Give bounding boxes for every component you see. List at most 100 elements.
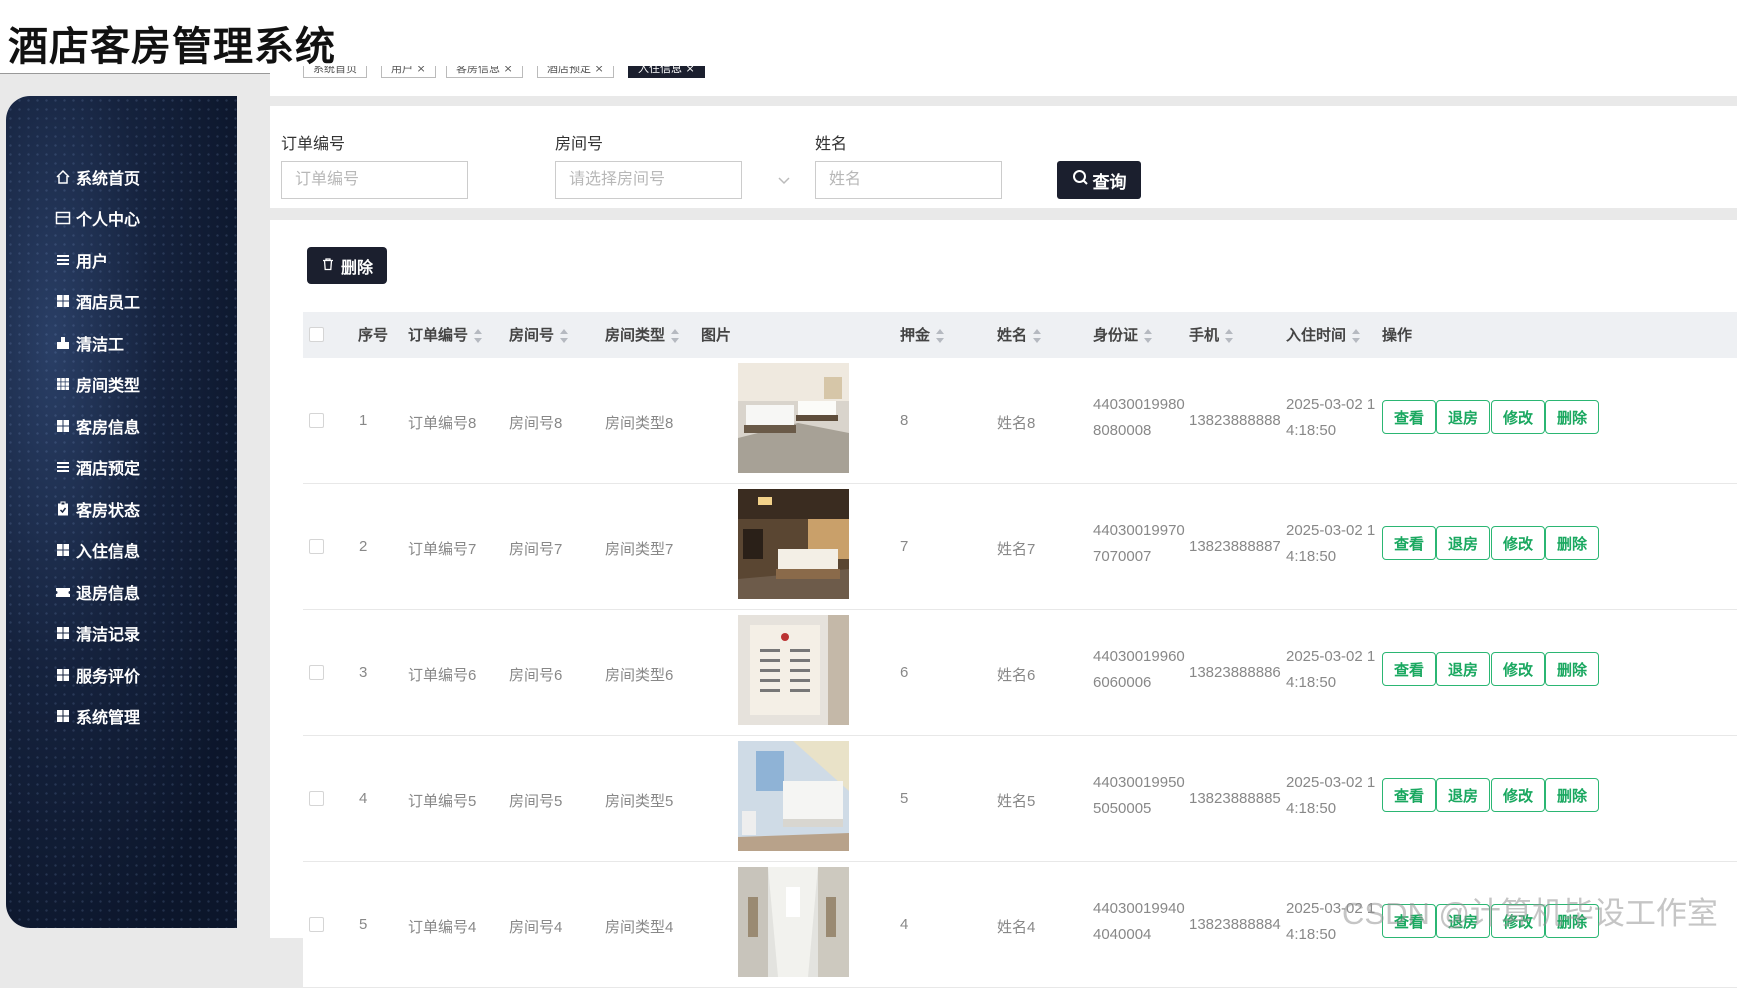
sidebar-item-cleaning-records[interactable]: 清洁记录 [54,613,140,655]
cell-phone: 13823888885 [1189,790,1281,807]
cell-deposit: 8 [900,412,909,429]
cell-room: 房间号4 [509,919,563,936]
tab-room-info[interactable]: 客房信息 × [446,66,523,78]
checkout-button[interactable]: 退房 [1436,778,1490,812]
header-deposit[interactable]: 押金 [900,312,945,358]
cell-room: 房间号5 [509,793,563,810]
view-button[interactable]: 查看 [1382,652,1436,686]
app-title: 酒店客房管理系统 [8,24,336,70]
sidebar-item-room-type[interactable]: 房间类型 [54,364,140,406]
room-photo [738,741,849,851]
sidebar-item-system[interactable]: 系统管理 [54,696,140,738]
cell-deposit: 6 [900,664,909,681]
delete-button[interactable]: 删除 [1545,526,1599,560]
cell-name: 姓名6 [997,667,1036,684]
header-type[interactable]: 房间类型 [605,312,680,358]
row-checkbox[interactable] [309,539,324,554]
cell-room: 房间号6 [509,667,563,684]
row-checkbox[interactable] [309,791,324,806]
delete-button[interactable]: 删除 [1545,400,1599,434]
sort-icon[interactable] [1352,328,1361,344]
sidebar-item-cleaner[interactable]: 清洁工 [54,322,140,364]
name-search-input[interactable]: 姓名 [815,161,1002,199]
batch-delete-button[interactable]: 删除 [307,247,387,284]
tab-users[interactable]: 用户 × [381,66,436,78]
checkout-button[interactable]: 退房 [1436,652,1490,686]
edit-button[interactable]: 修改 [1491,778,1545,812]
order-search-input[interactable]: 订单编号 [281,161,468,199]
view-button[interactable]: 查看 [1382,778,1436,812]
sidebar-item-profile[interactable]: 个人中心 [54,198,140,240]
grid-icon [54,708,72,724]
cell-idcard: 44030019970 7070007 [1093,522,1185,565]
tab-booking[interactable]: 酒店预定 × [537,66,614,78]
room-select[interactable]: 请选择房间号 [555,161,742,199]
header-image: 图片 [701,326,732,344]
tab-home[interactable]: 系统首页 [303,66,367,78]
select-all-checkbox[interactable] [309,327,324,342]
delete-button[interactable]: 删除 [1545,652,1599,686]
row-checkbox[interactable] [309,665,324,680]
checkout-button[interactable]: 退房 [1436,400,1490,434]
chevron-down-icon[interactable] [777,172,791,186]
sidebar-item-users[interactable]: 用户 [54,239,140,281]
cleaning-icon [54,335,72,351]
checkout-button[interactable]: 退房 [1436,526,1490,560]
edit-button[interactable]: 修改 [1491,400,1545,434]
cell-idcard: 44030019960 6060006 [1093,648,1185,691]
table-row: 1 订单编号8 房间号8 房间类型8 8 姓名8 44030019980 8080… [303,358,1737,484]
sidebar-item-room-status[interactable]: 客房状态 [54,488,140,530]
clipboard-icon [54,501,72,517]
header-checkin[interactable]: 入住时间 [1286,312,1361,358]
grid-icon [54,625,72,641]
cell-checkin: 2025-03-02 1 4:18:50 [1286,522,1376,565]
edit-button[interactable]: 修改 [1491,526,1545,560]
sidebar-item-staff[interactable]: 酒店员工 [54,281,140,323]
sort-icon[interactable] [671,328,680,344]
cell-idcard: 44030019980 8080008 [1093,396,1185,439]
view-button[interactable]: 查看 [1382,526,1436,560]
sidebar-item-label: 客房状态 [76,500,141,520]
cell-deposit: 5 [900,790,909,807]
name-label: 姓名 [815,134,848,153]
list-icon [54,459,72,475]
query-button[interactable]: 查询 [1057,161,1141,199]
sidebar-item-checkout-info[interactable]: 退房信息 [54,571,140,613]
cell-type: 房间类型5 [605,793,674,810]
sidebar-item-room-info[interactable]: 客房信息 [54,405,140,447]
sidebar-item-label: 用户 [76,251,109,271]
sidebar-menu: 系统首页 个人中心 用户 酒店员工 清洁工 房间类型 客房信息 酒店预定 客房状… [54,156,140,737]
header-name[interactable]: 姓名 [997,312,1042,358]
cell-index: 4 [359,790,368,807]
sidebar-item-home[interactable]: 系统首页 [54,156,140,198]
room-photo [738,615,849,725]
delete-button[interactable]: 删除 [1545,778,1599,812]
sort-icon[interactable] [1144,328,1153,344]
sidebar-item-reviews[interactable]: 服务评价 [54,654,140,696]
table-row: 3 订单编号6 房间号6 房间类型6 6 姓名6 44030019960 6060… [303,610,1737,736]
grid-icon [54,667,72,683]
cell-checkin: 2025-03-02 1 4:18:50 [1286,648,1376,691]
header-order[interactable]: 订单编号 [408,312,483,358]
edit-button[interactable]: 修改 [1491,652,1545,686]
sidebar-item-checkin-info[interactable]: 入住信息 [54,530,140,572]
sidebar-item-booking[interactable]: 酒店预定 [54,447,140,489]
header-room[interactable]: 房间号 [509,312,569,358]
sort-icon[interactable] [560,328,569,344]
sort-icon[interactable] [1225,328,1234,344]
sort-icon[interactable] [474,328,483,344]
header-phone[interactable]: 手机 [1189,312,1234,358]
grid-icon [54,376,72,392]
row-checkbox[interactable] [309,413,324,428]
sort-icon[interactable] [936,328,945,344]
sidebar-item-label: 系统管理 [76,708,141,728]
room-photo [738,489,849,599]
row-checkbox[interactable] [309,917,324,932]
watermark: CSDN @计算机毕设工作室 [1342,896,1718,931]
view-button[interactable]: 查看 [1382,400,1436,434]
sort-icon[interactable] [1033,328,1042,344]
header-idcard[interactable]: 身份证 [1093,312,1153,358]
tab-checkin-info[interactable]: 入住信息 × [628,66,705,78]
grid-icon [54,542,72,558]
cell-phone: 13823888887 [1189,538,1281,555]
